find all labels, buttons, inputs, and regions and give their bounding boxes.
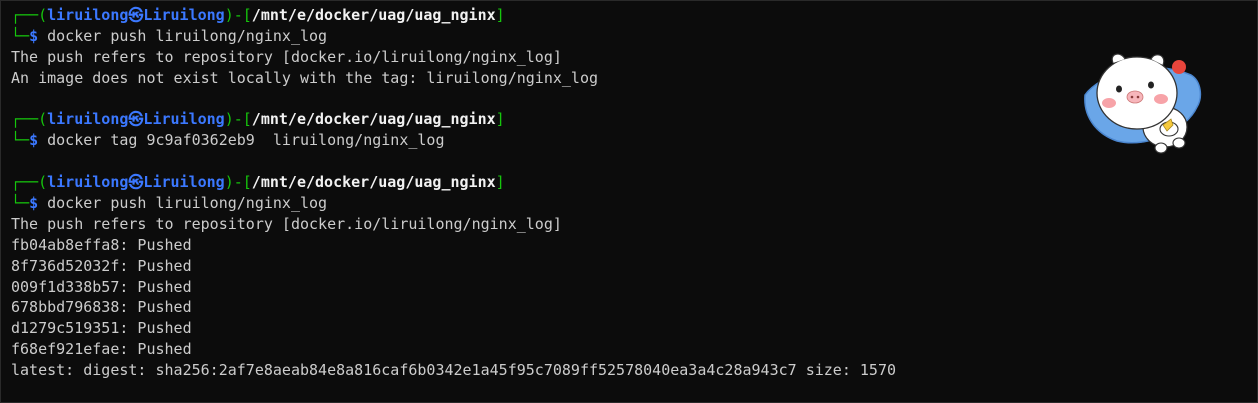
prompt-host: Liruilong: [143, 110, 225, 129]
prompt-separator: ㉿: [128, 6, 144, 24]
command-line: └─$ docker tag 9c9af0362eb9 liruilong/ng…: [11, 130, 1071, 151]
pig-eye: [1116, 85, 1122, 93]
cartoon-pig-sticker-icon: [1084, 53, 1202, 154]
prompt-frame: )-[: [224, 110, 252, 129]
prompt-frame: ┌──(: [11, 110, 48, 129]
prompt-line: ┌──(liruilong㉿Liruilong)-[/mnt/e/docker/…: [11, 109, 1071, 130]
pig-eye: [1148, 81, 1154, 89]
output-line: fb04ab8effa8: Pushed: [11, 235, 192, 254]
prompt-line: ┌──(liruilong㉿Liruilong)-[/mnt/e/docker/…: [11, 5, 1071, 26]
red-tuft: [1172, 60, 1186, 74]
prompt-path: /mnt/e/docker/uag/uag_nginx: [251, 6, 496, 24]
command-text[interactable]: docker tag 9c9af0362eb9 liruilong/nginx_…: [47, 131, 444, 149]
prompt-frame: ]: [495, 110, 505, 129]
prompt-frame: )-[: [224, 173, 252, 192]
pig-cheek: [1154, 94, 1168, 104]
prompt-separator: ㉿: [128, 173, 144, 192]
output-line: latest: digest: sha256:2af7e8aeab84e8a81…: [11, 361, 897, 380]
output-line: d1279c519351: Pushed: [11, 319, 192, 338]
prompt-separator: ㉿: [128, 110, 144, 129]
prompt-frame: ┌──(: [11, 173, 48, 192]
command-text[interactable]: docker push liruilong/nginx_log: [47, 194, 327, 212]
output-line: An image does not exist locally with the…: [11, 68, 598, 87]
pig-snout: [1126, 90, 1144, 104]
prompt-frame: ┌──(: [11, 6, 48, 24]
command-line: └─$ docker push liruilong/nginx_log: [11, 26, 1071, 47]
prompt-path: /mnt/e/docker/uag/uag_nginx: [251, 110, 496, 129]
prompt-line: ┌──(liruilong㉿Liruilong)-[/mnt/e/docker/…: [11, 172, 1071, 193]
pig-foot: [1172, 137, 1186, 149]
terminal-output[interactable]: ┌──(liruilong㉿Liruilong)-[/mnt/e/docker/…: [11, 5, 1071, 381]
output-line: 678bbd796838: Pushed: [11, 298, 192, 317]
pig-nostril: [1130, 95, 1134, 99]
pig-foot: [1154, 142, 1168, 154]
terminal-window[interactable]: ┌──(liruilong㉿Liruilong)-[/mnt/e/docker/…: [0, 0, 1258, 403]
prompt-frame: )-[: [224, 6, 252, 24]
output-line: 009f1d338b57: Pushed: [11, 277, 192, 296]
prompt-frame: └─: [11, 26, 30, 45]
pig-cheek: [1102, 98, 1116, 108]
command-text[interactable]: docker push liruilong/nginx_log: [47, 27, 327, 45]
prompt-dollar: $: [29, 26, 39, 45]
prompt-frame: ]: [495, 6, 505, 24]
prompt-frame: └─: [11, 194, 30, 213]
prompt-dollar: $: [29, 194, 39, 213]
prompt-frame: └─: [11, 131, 30, 150]
output-line: The push refers to repository [docker.io…: [11, 214, 562, 233]
prompt-host: Liruilong: [143, 173, 225, 192]
prompt-host: Liruilong: [143, 6, 225, 24]
output-line: 8f736d52032f: Pushed: [11, 256, 192, 275]
prompt-user: liruilong: [47, 173, 129, 192]
prompt-frame: ]: [495, 173, 505, 192]
pig-nostril: [1136, 95, 1140, 99]
prompt-path: /mnt/e/docker/uag/uag_nginx: [251, 173, 496, 192]
prompt-user: liruilong: [47, 6, 129, 24]
output-line: The push refers to repository [docker.io…: [11, 47, 562, 66]
command-line: └─$ docker push liruilong/nginx_log: [11, 193, 1071, 214]
output-line: f68ef921efae: Pushed: [11, 340, 192, 359]
prompt-user: liruilong: [47, 110, 129, 129]
prompt-dollar: $: [29, 131, 39, 150]
